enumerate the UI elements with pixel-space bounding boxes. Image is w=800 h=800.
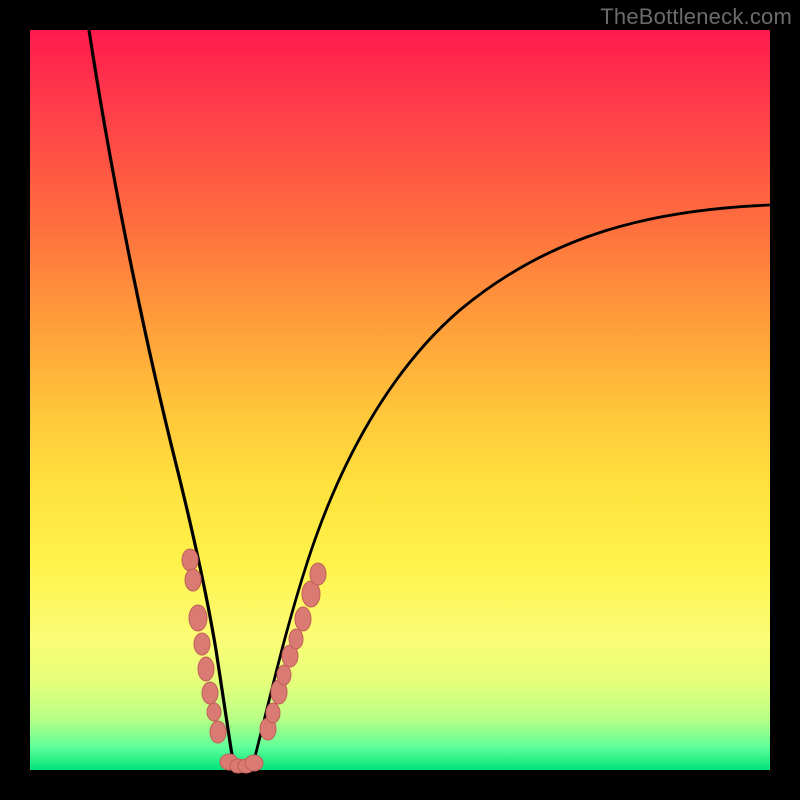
bottleneck-curve-svg bbox=[30, 30, 770, 770]
curve-right-branch bbox=[252, 205, 770, 768]
curve-left-branch bbox=[89, 30, 234, 768]
markers-right-cluster bbox=[260, 563, 326, 740]
markers-bottom-cluster bbox=[220, 754, 263, 773]
watermark-text: TheBottleneck.com bbox=[600, 4, 792, 30]
markers-left-cluster bbox=[182, 549, 226, 743]
